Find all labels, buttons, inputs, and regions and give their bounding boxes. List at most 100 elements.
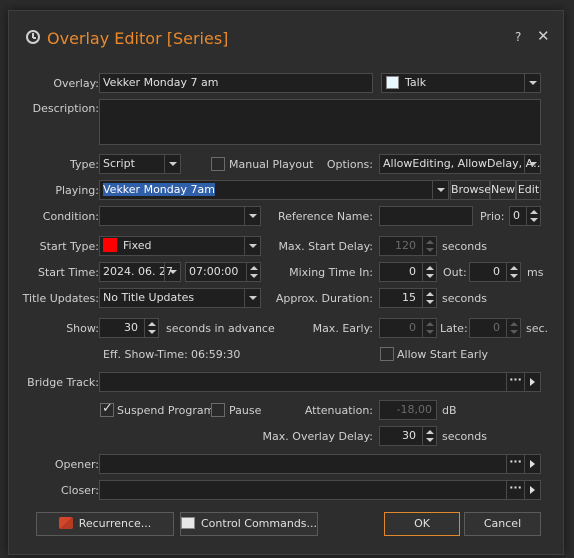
late-value: 0 [493,321,500,334]
options-value: AllowEditing, AllowDelay, A… [383,157,541,170]
new-button[interactable]: New [490,180,516,200]
attenuation-input[interactable]: -18,00 [379,400,437,420]
start-type-select[interactable]: Fixed [99,236,261,256]
more-icon[interactable]: ··· [506,373,524,391]
show-unit: seconds in advance [166,322,275,335]
reference-name-input[interactable] [379,206,473,226]
approx-duration-value: 15 [402,291,416,304]
recurrence-icon [58,517,73,529]
mixing-time-in-label: Mixing Time In: [289,266,373,279]
max-start-delay-spinner[interactable]: 120 [379,236,437,256]
pause-label: Pause [229,404,262,417]
spinner-icon[interactable] [422,427,436,445]
max-overlay-delay-spinner[interactable]: 30 [379,426,437,446]
overlay-editor-dialog: Overlay Editor [Series] ? ✕ Overlay: Vek… [8,10,564,555]
type-select[interactable]: Script [99,154,181,174]
browse-button[interactable]: Browse [450,180,491,200]
overlay-label: Overlay: [53,77,99,90]
prio-label: Prio: [480,210,505,223]
chevron-down-icon[interactable] [524,155,540,173]
play-arrow-icon[interactable] [524,481,540,499]
pause-checkbox[interactable] [211,403,225,417]
recurrence-button[interactable]: Recurrence... [36,512,174,536]
mixing-unit: ms [527,266,544,279]
title-updates-select[interactable]: No Title Updates [99,288,261,308]
chevron-down-icon[interactable] [244,289,260,307]
bridge-track-input[interactable]: ··· [99,372,541,392]
reference-name-label: Reference Name: [277,210,373,223]
options-select[interactable]: AllowEditing, AllowDelay, A… [379,154,541,174]
start-date-picker[interactable]: 2024. 06. 27 [99,262,181,282]
manual-playout-label: Manual Playout [229,158,314,171]
late-label: Late: [440,322,468,335]
start-type-color-swatch [103,238,117,252]
condition-select[interactable] [99,206,261,226]
chevron-down-icon[interactable] [164,263,180,281]
mixing-in-spinner[interactable]: 0 [379,262,437,282]
max-start-delay-label: Max. Start Delay: [278,240,373,253]
mixing-out-value: 0 [493,265,500,278]
spinner-icon[interactable] [422,237,436,255]
playing-label: Playing: [55,184,99,197]
more-icon[interactable]: ··· [506,455,524,473]
show-value: 30 [124,321,138,334]
approx-duration-spinner[interactable]: 15 [379,288,437,308]
allow-start-early-label: Allow Start Early [397,348,489,361]
control-commands-icon [181,517,195,529]
chevron-down-icon[interactable] [164,155,180,173]
chevron-down-icon[interactable] [524,74,540,92]
late-spinner[interactable]: 0 [469,318,521,338]
spinner-icon[interactable] [526,207,540,225]
chevron-down-icon[interactable] [244,207,260,225]
spinner-icon[interactable] [422,319,436,337]
description-label: Description: [32,102,99,115]
play-arrow-icon[interactable] [524,455,540,473]
clock-icon [26,30,40,44]
title-updates-label: Title Updates: [22,292,99,305]
chevron-down-icon[interactable] [244,237,260,255]
max-early-spinner[interactable]: 0 [379,318,437,338]
max-early-label: Max. Early: [312,322,373,335]
closer-label: Closer: [60,484,99,497]
category-color-swatch [386,76,399,89]
opener-input[interactable]: ··· [99,454,541,474]
closer-input[interactable]: ··· [99,480,541,500]
more-icon[interactable]: ··· [506,481,524,499]
show-spinner[interactable]: 30 [99,318,159,338]
edit-button[interactable]: Edit [516,180,541,200]
spinner-icon[interactable] [506,263,520,281]
help-button[interactable]: ? [515,30,521,44]
description-textarea[interactable] [99,99,541,145]
eff-show-time-label: Eff. Show-Time: [103,348,188,361]
ok-button[interactable]: OK [384,512,460,536]
spinner-icon[interactable] [246,263,260,281]
manual-playout-checkbox[interactable] [211,157,225,171]
opener-label: Opener: [54,458,99,471]
suspend-program-label: Suspend Program [117,404,215,417]
playing-select[interactable]: Vekker Monday 7am [99,180,449,200]
overlay-category-select[interactable]: Talk [381,73,541,93]
control-commands-button[interactable]: Control Commands... [180,512,318,536]
max-overlay-delay-value: 30 [402,429,416,442]
play-arrow-icon[interactable] [524,373,540,391]
spinner-icon[interactable] [422,263,436,281]
show-label: Show: [66,322,99,335]
dialog-title: Overlay Editor [Series] [47,29,229,48]
suspend-program-checkbox[interactable] [100,401,114,417]
spinner-icon[interactable] [506,319,520,337]
max-overlay-delay-label: Max. Overlay Delay: [262,430,373,443]
prio-spinner[interactable]: 0 [509,206,541,226]
spinner-icon[interactable] [422,289,436,307]
spinner-icon[interactable] [144,319,158,337]
chevron-down-icon[interactable] [432,181,448,199]
mixing-out-spinner[interactable]: 0 [469,262,521,282]
allow-start-early-checkbox[interactable] [380,347,394,361]
start-type-value: Fixed [123,239,152,252]
playing-value: Vekker Monday 7am [103,183,215,196]
overlay-name-input[interactable]: Vekker Monday 7 am [99,73,373,93]
start-time-spinner[interactable]: 07:00:00 [185,262,261,282]
close-button[interactable]: ✕ [537,27,550,45]
recurrence-button-label: Recurrence... [78,517,152,530]
prio-value: 0 [513,209,520,222]
cancel-button[interactable]: Cancel [464,512,541,536]
